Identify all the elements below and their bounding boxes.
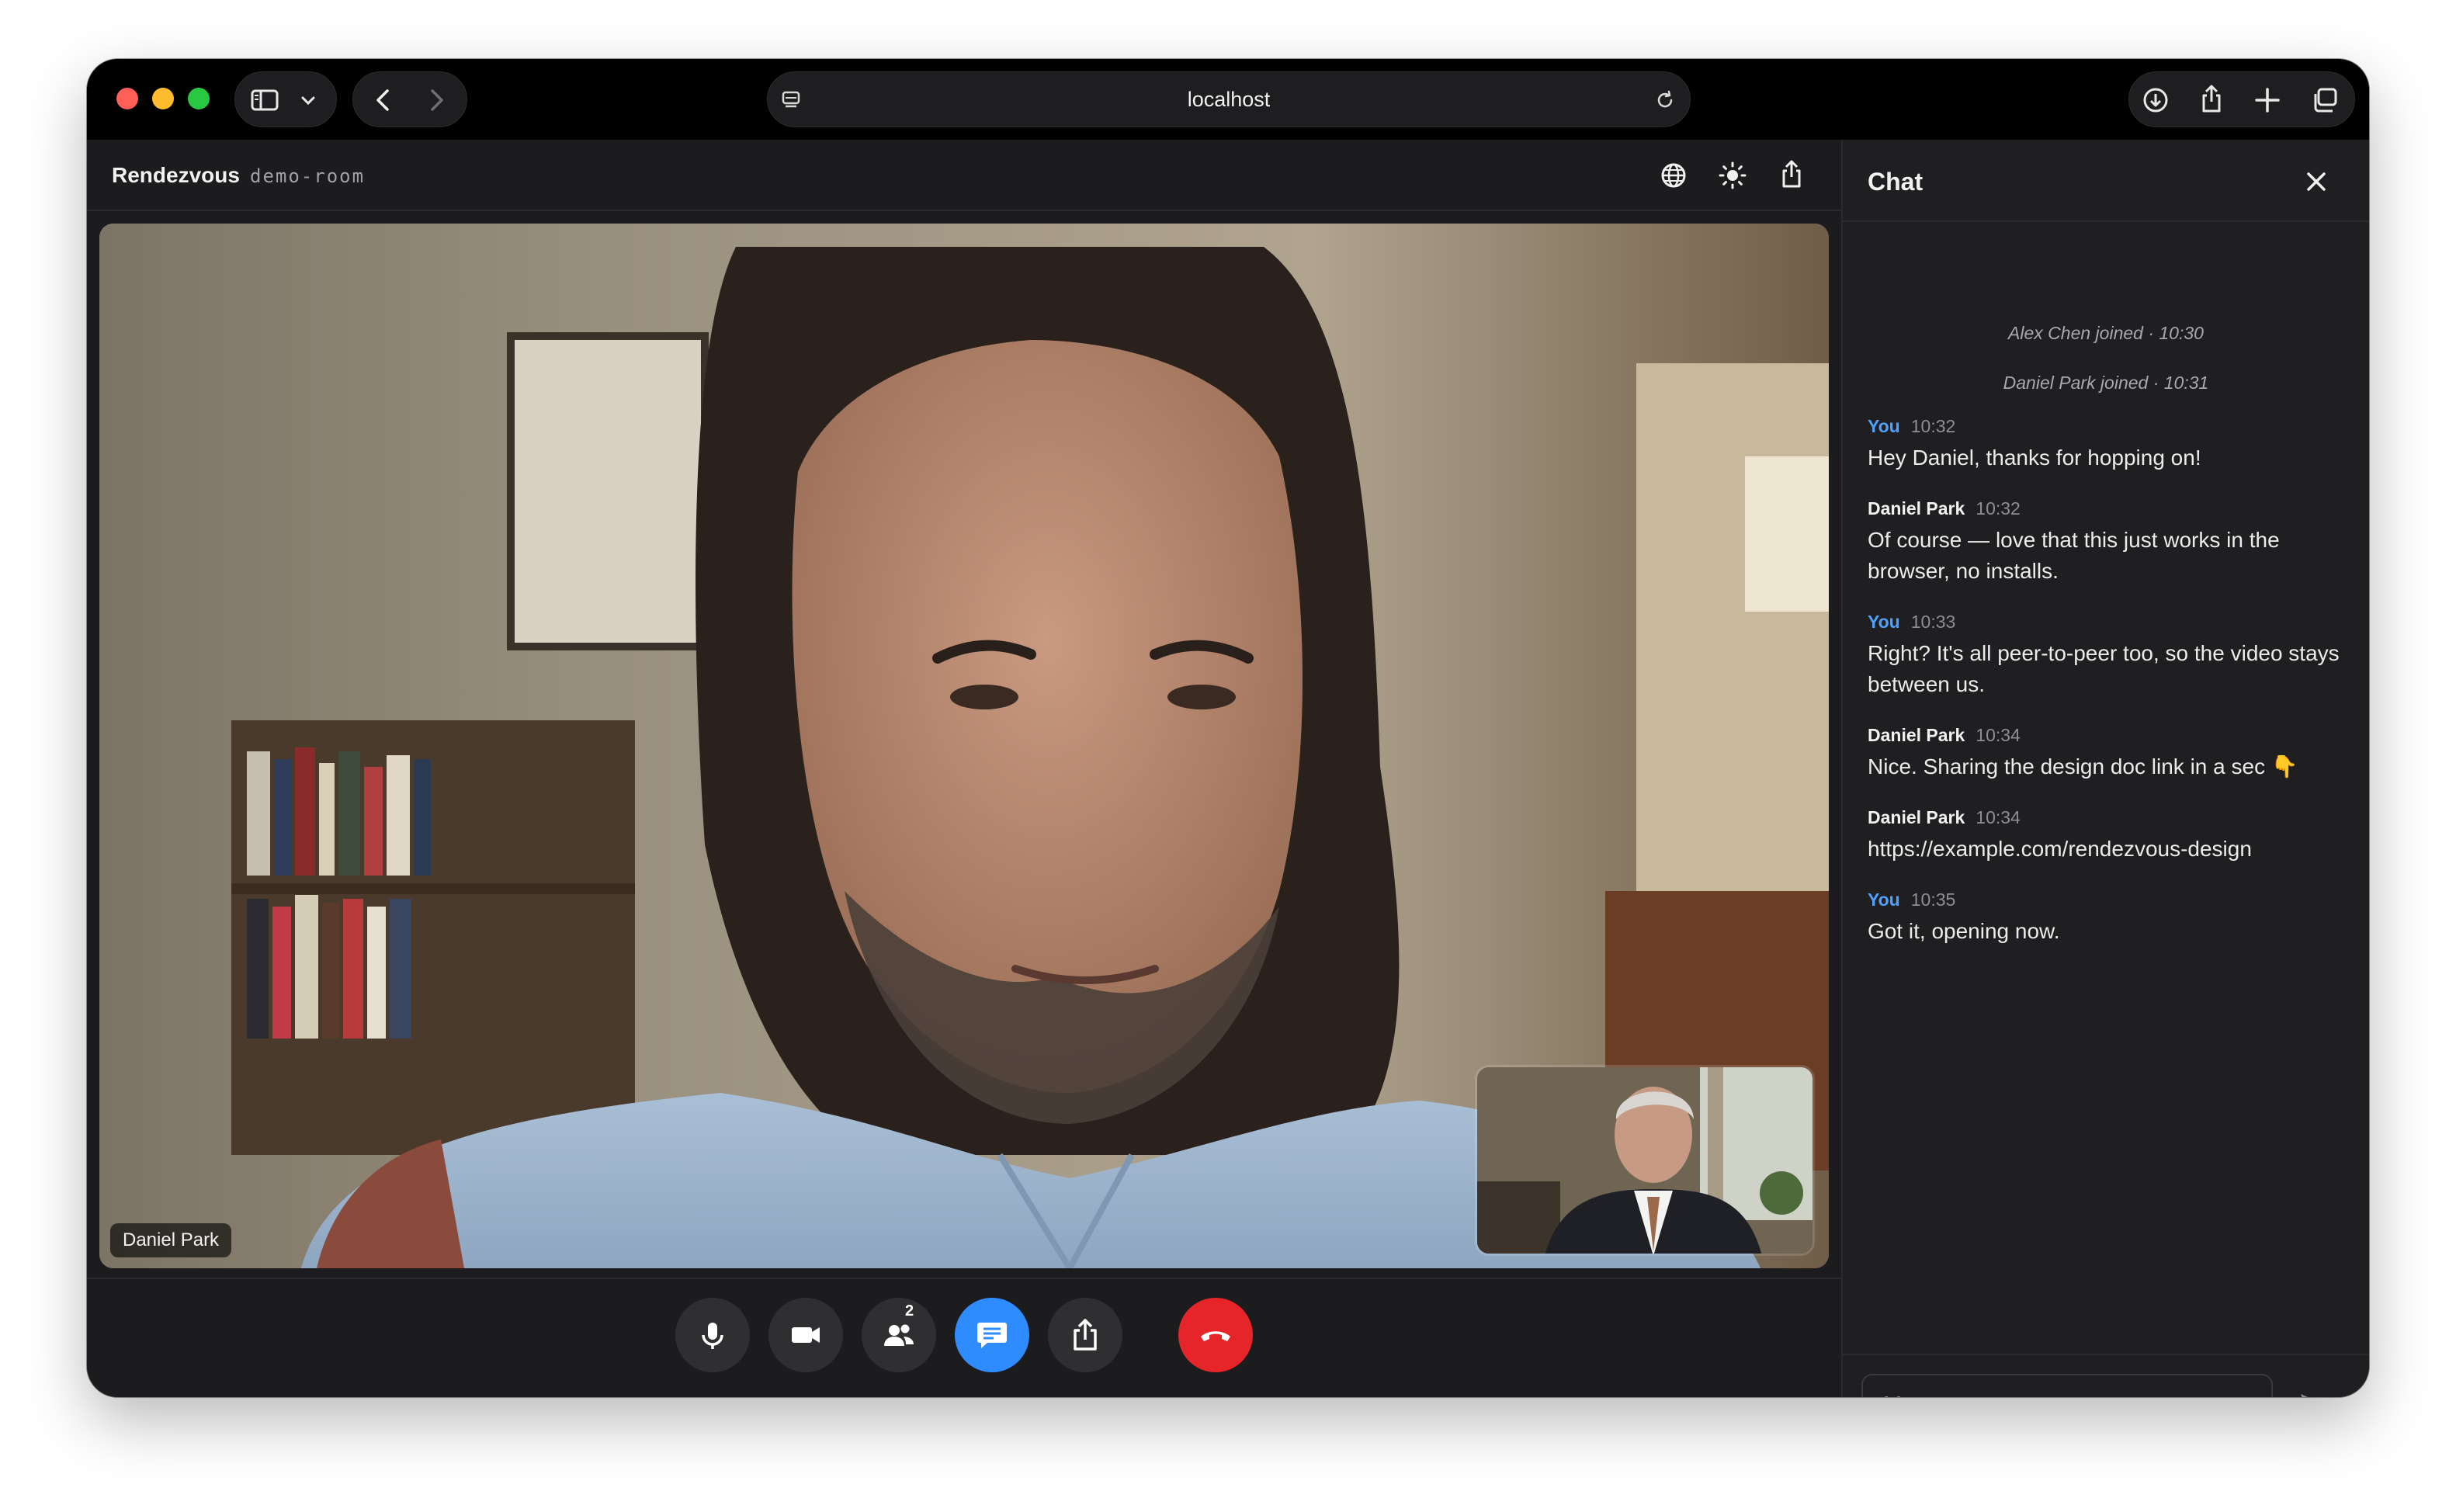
app-header: Rendezvous demo-room (87, 140, 1841, 211)
self-video-feed (1477, 1067, 1813, 1254)
message-time: 10:34 (1976, 807, 2021, 827)
chat-panel: Chat Alex Chen joined · 10:30 Daniel Par… (1841, 140, 2369, 1397)
app-title: Rendezvous (112, 163, 240, 187)
message-text: Right? It's all peer-to-peer too, so the… (1868, 641, 2340, 696)
share-icon[interactable] (1776, 158, 1807, 189)
message-link[interactable]: https://example.com/rendezvous-design (1868, 834, 2349, 865)
hang-up-button[interactable] (1178, 1298, 1253, 1372)
close-window-button[interactable] (116, 88, 138, 109)
chat-message: Daniel Park 10:34 Nice. Sharing the desig… (1868, 723, 2349, 782)
message-text: Of course — love that this just works in… (1868, 528, 2280, 583)
sidebar-icon[interactable] (249, 85, 280, 116)
share-screen-button[interactable] (1048, 1298, 1122, 1372)
chat-message: Daniel Park 10:32 Of course — love that t… (1868, 497, 2349, 587)
hang-up-icon (1201, 1331, 1230, 1341)
navigation-group (352, 71, 467, 127)
message-author: You (1868, 416, 1900, 436)
camera-button[interactable] (768, 1298, 843, 1372)
minimize-window-button[interactable] (152, 88, 174, 109)
downloads-icon[interactable] (2140, 85, 2171, 116)
globe-icon[interactable] (1658, 160, 1689, 191)
system-message: Alex Chen joined · 10:30 (2008, 323, 2204, 343)
message-text: Got it, opening now. (1868, 919, 2060, 943)
camera-icon (792, 1327, 820, 1343)
tab-overview-icon[interactable] (2309, 85, 2340, 116)
zoom-window-button[interactable] (188, 88, 210, 109)
message-author: Daniel Park (1868, 807, 1965, 827)
message-text: Nice. Sharing the design doc link in a s… (1868, 754, 2298, 779)
message-author: You (1868, 890, 1900, 910)
room-name: demo-room (250, 165, 366, 187)
chat-message: You 10:33 Right? It's all peer-to-peer to… (1868, 610, 2349, 700)
call-controls: 2 (87, 1278, 1841, 1397)
message-time: 10:33 (1910, 612, 1956, 632)
reload-icon[interactable] (1653, 88, 1677, 113)
share-screen-icon (1074, 1319, 1097, 1351)
chat-button[interactable] (955, 1298, 1029, 1372)
sidebar-toggle-group (234, 71, 337, 127)
new-tab-icon[interactable] (2252, 85, 2283, 116)
microphone-icon (702, 1323, 723, 1349)
browser-toolbar: localhost (87, 59, 2369, 140)
chevron-down-icon[interactable] (299, 91, 317, 109)
message-text: Hey Daniel, thanks for hopping on! (1868, 446, 2201, 470)
message-time: 10:34 (1976, 725, 2021, 745)
system-message: Daniel Park joined · 10:31 (2003, 373, 2209, 393)
chat-title: Chat (1868, 168, 1924, 196)
message-author: Daniel Park (1868, 498, 1965, 518)
microphone-button[interactable] (675, 1298, 750, 1372)
participant-count-badge: 2 (905, 1302, 914, 1320)
close-icon[interactable] (2301, 166, 2332, 197)
participants-icon (884, 1324, 914, 1346)
address-text[interactable]: localhost (768, 72, 1690, 127)
browser-window: localhost Rendezvous demo-room Daniel Pa… (87, 59, 2369, 1397)
message-author: Daniel Park (1868, 725, 1965, 745)
chat-header: Chat (1843, 140, 2369, 222)
message-time: 10:32 (1976, 498, 2021, 518)
share-icon[interactable] (2196, 83, 2227, 114)
back-icon[interactable] (369, 85, 400, 116)
brightness-icon[interactable] (1717, 160, 1748, 191)
browser-actions-group (2128, 71, 2355, 127)
chat-message: You 10:32 Hey Daniel, thanks for hopping … (1868, 414, 2349, 473)
participants-button[interactable]: 2 (862, 1298, 936, 1372)
self-view-video[interactable] (1475, 1065, 1815, 1256)
message-time: 10:32 (1910, 416, 1956, 436)
send-icon[interactable] (2296, 1388, 2333, 1397)
participant-name-tag: Daniel Park (110, 1223, 232, 1257)
forward-icon[interactable] (420, 85, 451, 116)
message-time: 10:35 (1910, 890, 1956, 910)
chat-message: You 10:35 Got it, opening now. (1868, 888, 2349, 947)
chat-message: Daniel Park 10:34 https://example.com/ren… (1868, 806, 2349, 865)
address-bar[interactable]: localhost (767, 71, 1691, 127)
message-input[interactable] (1861, 1374, 2273, 1397)
message-author: You (1868, 612, 1900, 632)
chat-icon (977, 1323, 1007, 1348)
